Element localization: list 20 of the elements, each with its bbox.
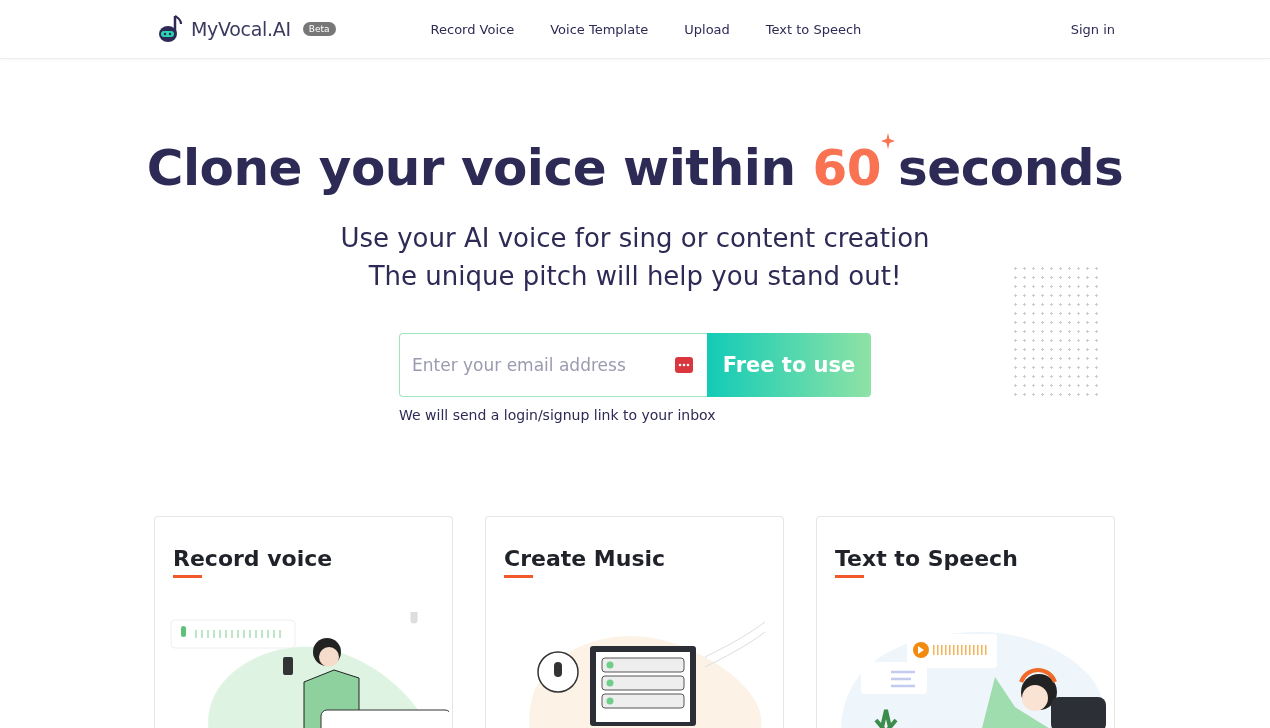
password-manager-icon[interactable] — [675, 357, 693, 373]
card-title: Create Music — [504, 545, 667, 573]
card-title: Record voice — [173, 545, 334, 573]
sparkle-icon — [881, 133, 896, 149]
feature-card[interactable]: Create Music — [485, 516, 784, 728]
hero-subtitle: Use your AI voice for sing or content creation — [340, 222, 930, 255]
nav-link[interactable]: Text to Speech — [765, 21, 862, 37]
email-note: We will send a login/signup link to your inbox — [399, 407, 717, 423]
feature-card[interactable]: Text to Speech — [816, 516, 1115, 728]
nav-link[interactable]: Upload — [684, 21, 730, 37]
email-field[interactable]: Enter your email address — [399, 333, 707, 397]
logo-link[interactable]: MyVocal.AI — [191, 18, 291, 40]
hero-title: Clone your voice within 60 seconds — [0, 59, 1270, 199]
nav-link[interactable]: Record Voice — [430, 21, 515, 37]
beta-badge: Beta — [302, 22, 336, 36]
nav-link[interactable]: Voice Template — [550, 21, 649, 37]
sign-in-link[interactable]: Sign in — [1070, 21, 1115, 37]
hero-subtitle: The unique pitch will help you stand out! — [368, 260, 902, 293]
feature-card[interactable]: Record voice — [154, 516, 453, 728]
card-title: Text to Speech — [835, 545, 1019, 573]
